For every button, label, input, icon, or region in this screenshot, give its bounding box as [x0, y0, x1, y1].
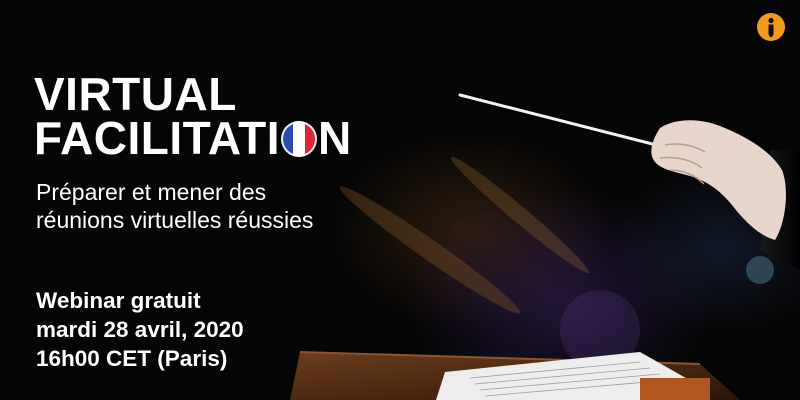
subtitle-line-2: réunions virtuelles réussies — [36, 207, 314, 233]
info-logo-icon — [757, 13, 785, 41]
instrument-glow — [450, 156, 590, 274]
conductor-hand — [651, 120, 786, 240]
subtitle-line-1: Préparer et mener des — [36, 179, 267, 205]
banner-title: VIRTUAL FACILITATI N — [34, 68, 352, 164]
france-flag-icon — [281, 121, 318, 157]
banner-subtitle: Préparer et mener des réunions virtuelle… — [36, 178, 313, 234]
stage-light-blur — [746, 256, 774, 284]
webinar-banner: VIRTUAL FACILITATI N Préparer et mener de… — [0, 0, 800, 400]
orange-object — [640, 378, 710, 400]
event-date: mardi 28 avril, 2020 — [36, 317, 244, 342]
title-line-1: VIRTUAL — [34, 68, 237, 120]
event-details: Webinar gratuit mardi 28 avril, 2020 16h… — [36, 286, 244, 373]
title-line-2: FACILITATI N — [34, 112, 352, 164]
conductor-baton — [458, 93, 670, 150]
event-time: 16h00 CET (Paris) — [36, 346, 228, 371]
webinar-label: Webinar gratuit — [36, 288, 201, 313]
